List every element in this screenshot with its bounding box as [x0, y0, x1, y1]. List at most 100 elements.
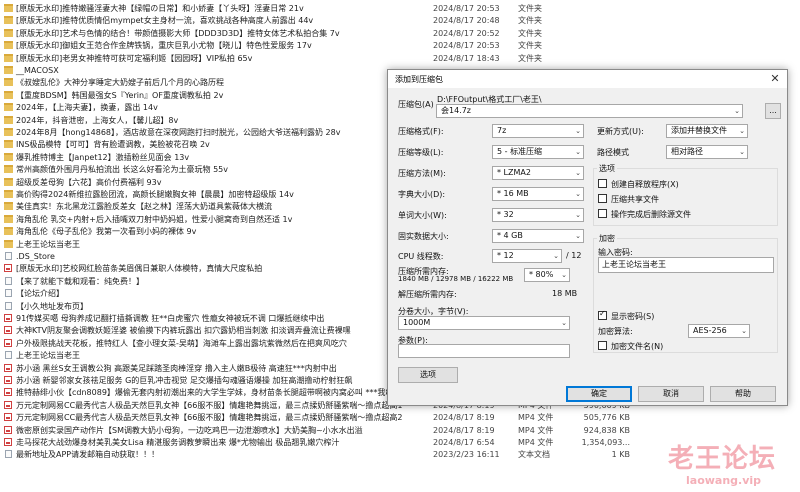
shared-label: 压缩共享文件: [611, 195, 659, 204]
file-name: __MACOSX: [16, 66, 59, 75]
params-input[interactable]: [398, 344, 570, 358]
format-value: 7z: [497, 126, 507, 135]
update-select[interactable]: 添加并替换文件 ⌄: [666, 124, 748, 138]
image-icon: [4, 438, 12, 446]
delete-checkbox[interactable]: [598, 209, 607, 218]
file-name: [原版无水印]御姐女王范合作金牌铁锅，重庆巨乳小尤物【晓儿】特色性爱服务 17v: [16, 41, 312, 51]
sfx-checkbox[interactable]: [598, 179, 607, 188]
file-size: 1 KB: [611, 450, 630, 460]
dict-label: 字典大小(D):: [398, 190, 446, 199]
level-select[interactable]: 5 - 标准压缩 ⌄: [492, 145, 584, 159]
chevron-down-icon: ⌄: [575, 169, 581, 177]
method-select[interactable]: * LZMA2 ⌄: [492, 166, 584, 180]
image-icon: [4, 425, 12, 434]
close-icon[interactable]: ✕: [767, 72, 783, 86]
file-icon: [5, 450, 12, 459]
file-icon: [5, 289, 12, 298]
folder-icon: [4, 103, 13, 112]
split-select[interactable]: 1000M ⌄: [398, 316, 570, 330]
file-name: 《叔嫂乱伦》大神分享睡定大奶嫂子前后几个月的心路历程: [16, 78, 224, 88]
folder-icon: [4, 53, 13, 62]
level-label: 压缩等级(L):: [398, 148, 444, 157]
shared-checkbox[interactable]: [598, 194, 607, 203]
image-icon: [4, 264, 12, 273]
file-row[interactable]: [原版无水印]艺术与色情的结合！带颜值摄影大师【DDD3D3D】推特女体艺术私拍…: [0, 28, 800, 40]
encrypt-names-checkbox[interactable]: [598, 341, 607, 350]
file-row[interactable]: [原版无水印]推特优质情侣mympet女主身材一流，喜欢挑战各种高度人前露出 4…: [0, 15, 800, 27]
file-row[interactable]: 万元定制网易CC最秀代言人极品天然巨乳女神【66服不服】情趣艳舞挑逗，最三点揉奶…: [0, 412, 800, 424]
file-row[interactable]: [原版无水印]推特嫩骚淫妻大神【绿帽の日常】和小娇妻【丫头呀】淫妻日常 21v 2…: [0, 3, 800, 15]
folder-icon: [4, 227, 13, 236]
folder-icon: [4, 16, 13, 25]
browse-button[interactable]: ...: [765, 103, 781, 119]
file-type: MP4 文件: [518, 425, 554, 435]
file-name: 微密原创实录国产动作片【SM调教大奶小母狗，一边吃鸡巴一边泄潮喷水】大奶美胸~小…: [16, 425, 363, 435]
file-icon: [5, 276, 12, 285]
image-icon: [4, 326, 12, 335]
file-date: 2024/8/17 18:43: [433, 53, 500, 63]
file-row[interactable]: [原版无水印]老男女神推特可获可定福利姬【园园呀】VIP私拍 65v 2024/8…: [0, 53, 800, 65]
image-icon: [4, 413, 12, 422]
format-select[interactable]: 7z ⌄: [492, 124, 584, 138]
chevron-down-icon: ⌄: [575, 211, 581, 219]
threads-value: * 12: [497, 251, 514, 260]
file-type: 文件夹: [518, 28, 542, 38]
options-button[interactable]: 选项: [398, 367, 458, 383]
word-select[interactable]: * 32 ⌄: [492, 208, 584, 222]
file-name: 91传媒买噶 母狗养成记翻打插撕调教 狂**白虎蜜穴 性瘾女神被玩不调 口爆抵继…: [16, 314, 325, 323]
show-password-label: 显示密码(S): [611, 312, 655, 321]
folder-icon: [4, 239, 13, 248]
dict-select[interactable]: * 16 MB ⌄: [492, 187, 584, 201]
chevron-down-icon: ⌄: [553, 252, 559, 260]
file-type: 文件夹: [518, 41, 542, 51]
enc-method-value: AES-256: [693, 326, 727, 335]
file-name: 万元定制网易CC最秀代言人极品天然巨乳女神【66服不服】情趣艳舞挑逗，最三点揉奶…: [16, 413, 403, 423]
pathmode-select[interactable]: 相对路径 ⌄: [666, 145, 748, 159]
watermark-title: 老王论坛: [668, 444, 777, 474]
dialog-titlebar[interactable]: 添加到压缩包 ✕: [388, 70, 787, 88]
file-name: INS极品模特【可可】背有脸遭调教，美脸被花召唤 2v: [16, 140, 210, 150]
file-name: 万元定制网易CC最秀代言人极品天然巨乳女神【66服不服】情趣艳舞挑逗，最三点揉奶…: [16, 400, 403, 410]
pathmode-label: 路径模式: [597, 148, 629, 157]
file-name: 【重度BDSM】韩国最强女S『Yerin』OF重度调教私拍 2v: [16, 90, 224, 100]
decomp-value: 18 MB: [552, 289, 578, 298]
file-icon: [5, 301, 12, 310]
cancel-button[interactable]: 取消: [638, 386, 704, 402]
file-size: 505,776 KB: [583, 413, 630, 423]
file-name: 爆乳推特博主【Janpet12】激插粉丝见面会 13v: [16, 152, 190, 162]
archive-name-combo[interactable]: 会14.7z ⌄: [436, 104, 743, 118]
solid-select[interactable]: * 4 GB ⌄: [492, 229, 584, 243]
level-value: 5 - 标准压缩: [497, 147, 543, 156]
file-date: 2023/2/23 16:11: [433, 450, 500, 460]
file-size: 1,354,093...: [581, 438, 630, 447]
file-row[interactable]: [原版无水印]御姐女王范合作金牌铁锅，重庆巨乳小尤物【晓儿】特色性爱服务 17v…: [0, 40, 800, 52]
file-name: 上老王论坛当老王: [16, 239, 80, 249]
threads-select[interactable]: * 12 ⌄: [492, 249, 562, 263]
enc-method-select[interactable]: AES-256 ⌄: [688, 324, 750, 338]
file-name: [原版无水印]推特嫩骚淫妻大神【绿帽の日常】和小娇妻【丫头呀】淫妻日常 21v: [16, 4, 304, 13]
watermark: 老王论坛 laowang.vip: [650, 438, 800, 492]
file-name: 超级反差母狗【六花】高价付费福利 93v: [16, 177, 162, 187]
image-icon: [4, 388, 12, 397]
file-type: 文件夹: [518, 4, 542, 13]
file-name: 2024年，抖音泄密，上海女人，【馨儿超】8v: [16, 115, 179, 125]
file-type: 文件夹: [518, 53, 542, 63]
help-button[interactable]: 帮助: [710, 386, 776, 402]
mem-percent-select[interactable]: * 80% ⌄: [524, 268, 570, 282]
folder-icon: [4, 214, 13, 223]
chevron-down-icon: ⌄: [575, 127, 581, 135]
chevron-down-icon: ⌄: [575, 190, 581, 198]
password-input[interactable]: 上老王论坛当老王: [598, 257, 774, 273]
split-value: 1000M: [403, 318, 431, 327]
ok-button[interactable]: 确定: [566, 386, 632, 402]
folder-icon: [4, 90, 13, 99]
format-label: 压缩格式(F):: [398, 127, 444, 136]
threads-label: CPU 线程数:: [398, 252, 444, 261]
show-password-checkbox[interactable]: [598, 309, 607, 320]
chevron-down-icon: ⌄: [734, 107, 740, 115]
word-value: * 32: [497, 210, 514, 219]
file-row[interactable]: 微密原创实录国产动作片【SM调教大奶小母狗，一边吃鸡巴一边泄潮喷水】大奶美胸~小…: [0, 425, 800, 437]
file-name: 走马探花大战劲爆身材美乳美女Lisa 精湛服务调教萝瞬出来 爆*尤物输出 极品翘…: [16, 438, 340, 447]
file-type: 文本文档: [518, 450, 550, 460]
sfx-label: 创建自释放程序(X): [611, 180, 679, 189]
